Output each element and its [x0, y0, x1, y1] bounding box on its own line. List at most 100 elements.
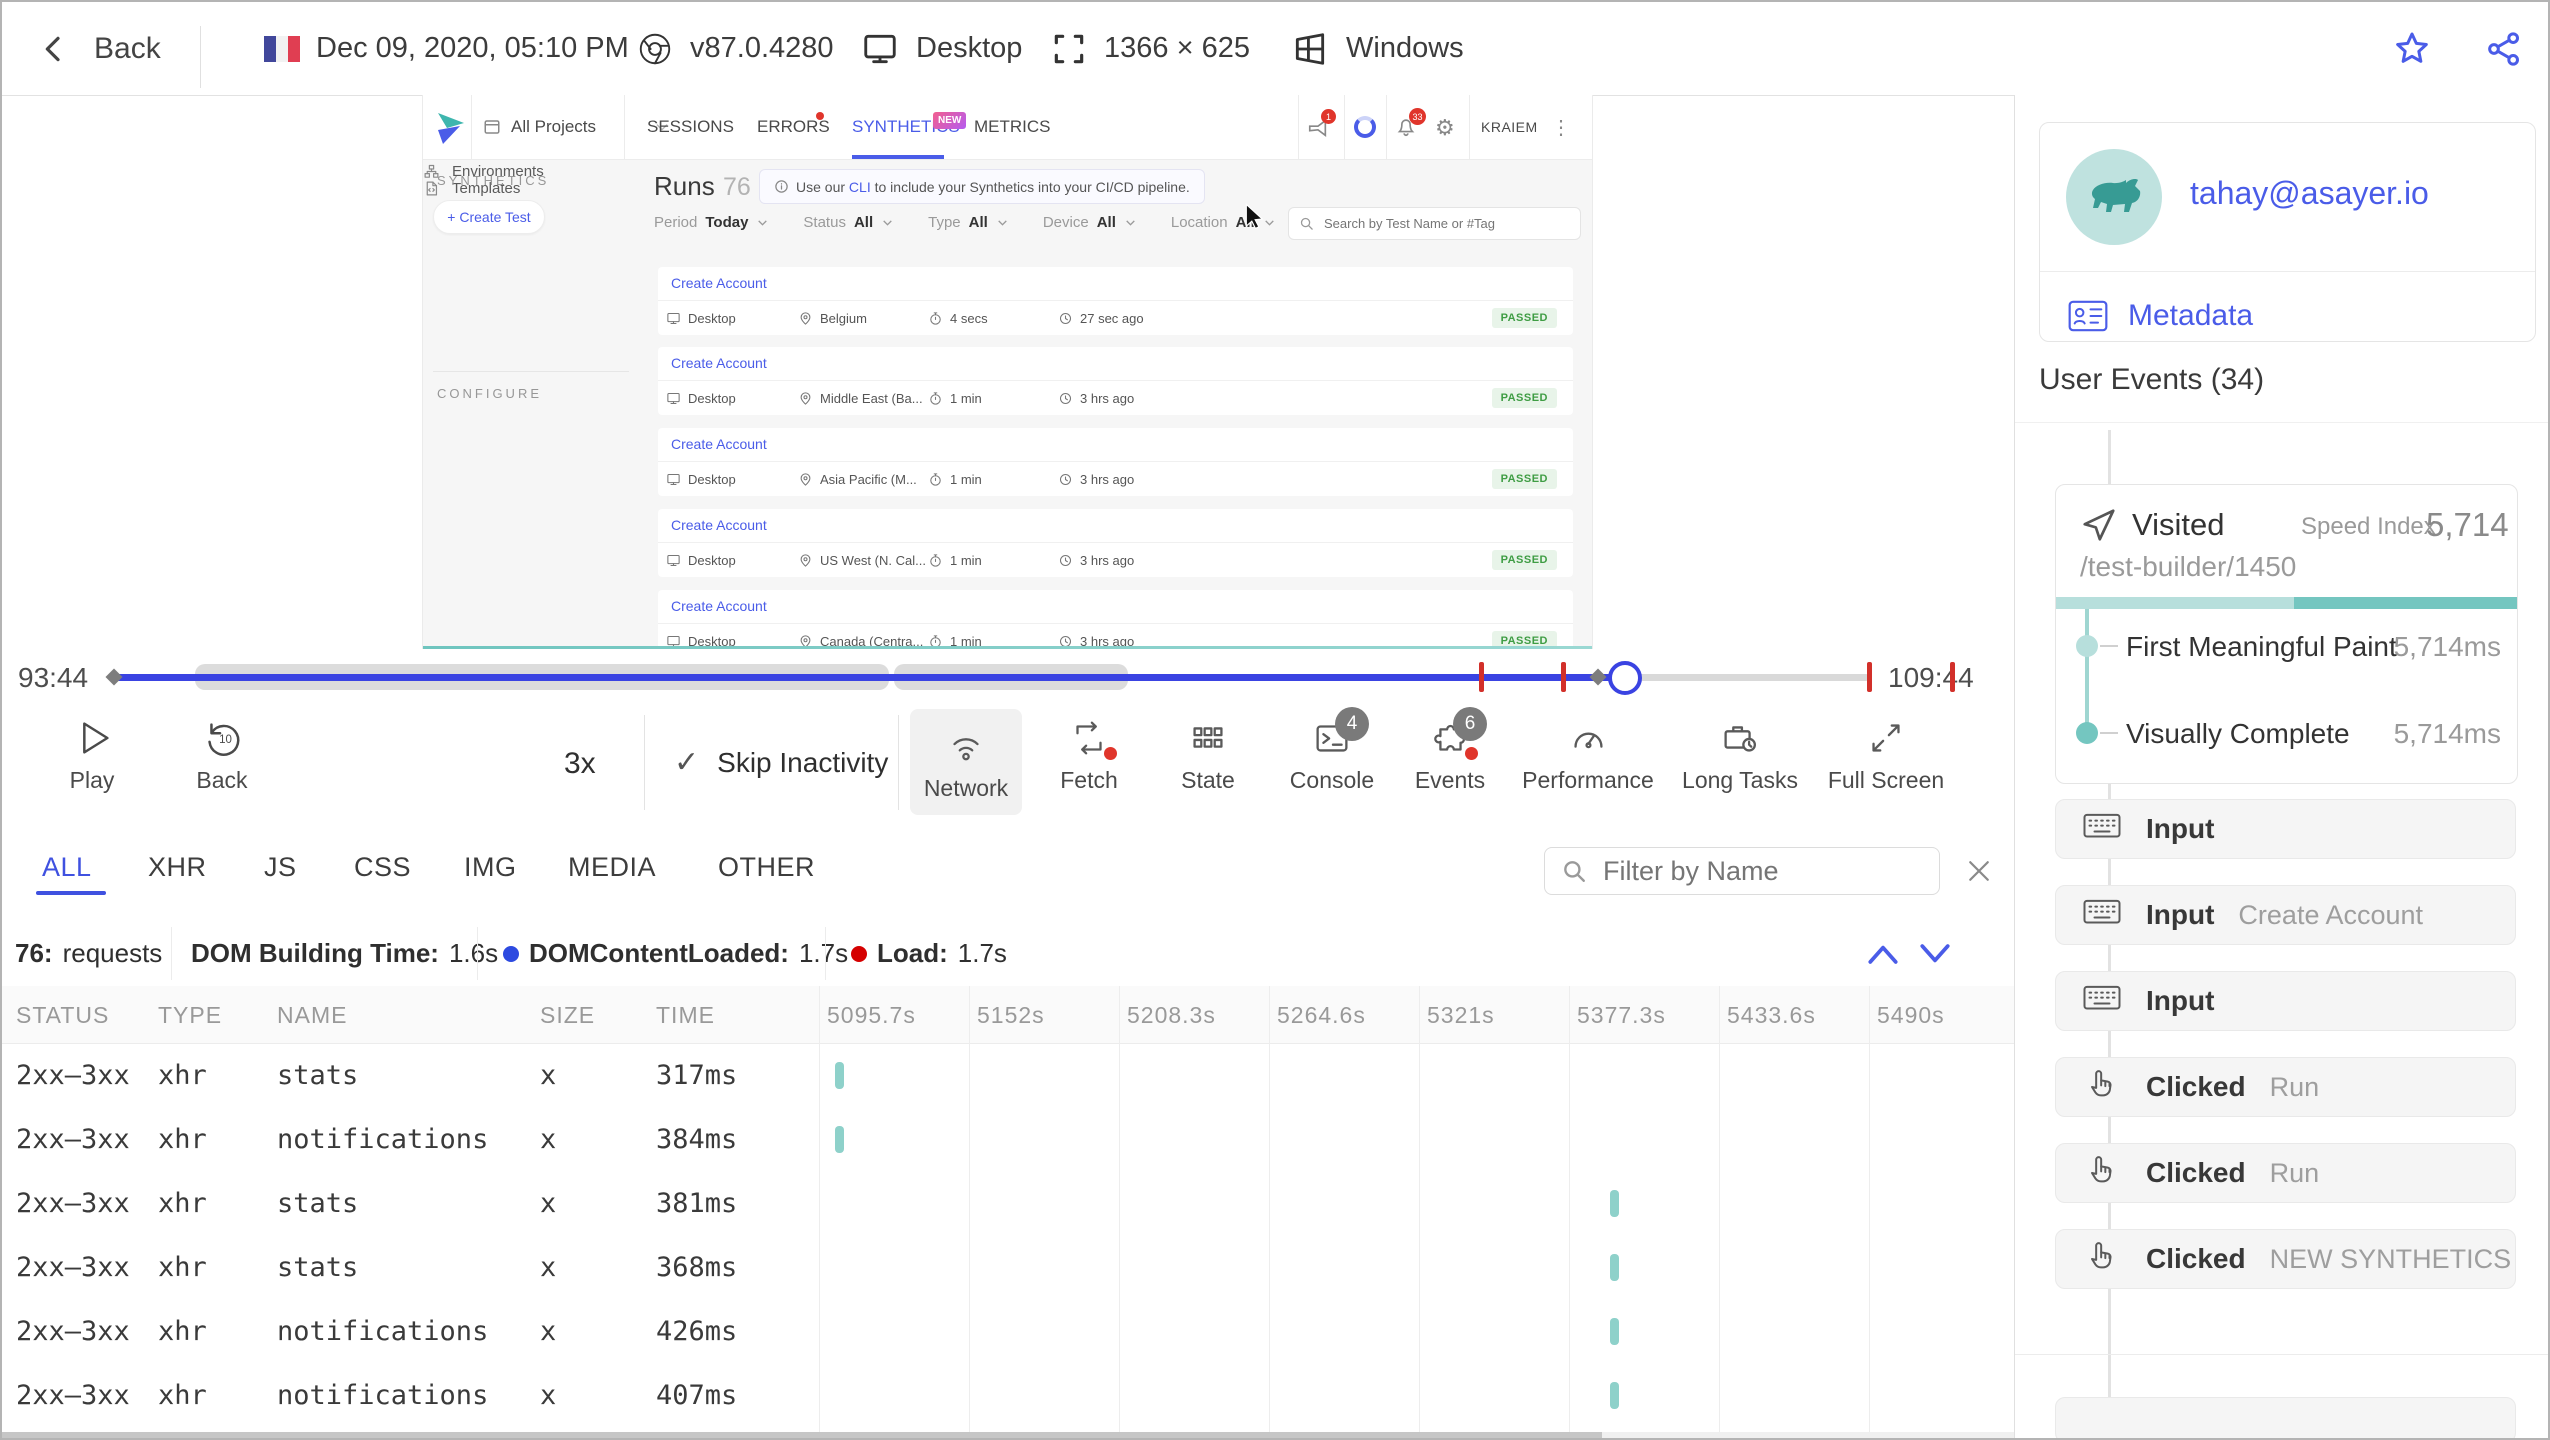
run-name-link[interactable]: Create Account: [671, 517, 767, 533]
run-name-link[interactable]: Create Account: [671, 436, 767, 452]
runs-filters: Period Today Status All Type All Device All Loca…: [654, 214, 1276, 231]
network-tab-img[interactable]: IMG: [464, 852, 517, 883]
user-card: tahay@asayer.io Metadata: [2039, 122, 2536, 342]
runs-filter-device[interactable]: Device All: [1043, 214, 1137, 231]
back-10-button[interactable]: 10 Back: [187, 715, 257, 794]
metric-name: Visually Complete: [2126, 718, 2350, 749]
panel-button-state[interactable]: State: [1152, 715, 1264, 794]
test-search-box[interactable]: [1288, 207, 1581, 240]
panel-button-performance[interactable]: Performance: [1508, 715, 1668, 794]
run-card[interactable]: Create Account Desktop Asia Pacific (M... 1…: [658, 428, 1573, 496]
nav-item-errors[interactable]: ERRORS: [757, 95, 830, 159]
input-event-card[interactable]: Input: [2055, 799, 2516, 859]
runs-filter-type[interactable]: Type All: [928, 214, 1009, 231]
player-timeline[interactable]: 93:44 109:44: [2, 649, 2014, 705]
filter-label: Device: [1042, 214, 1089, 231]
user-email[interactable]: tahay@asayer.io: [2190, 175, 2429, 212]
chevron-down-icon: [881, 216, 894, 229]
network-request-row[interactable]: 2xx–3xx xhr notifications x 426ms: [2, 1299, 2014, 1363]
network-tab-css[interactable]: CSS: [354, 852, 411, 883]
runs-filter-period[interactable]: Period Today: [654, 214, 769, 231]
test-search-input[interactable]: [1322, 215, 1566, 232]
network-tab-other[interactable]: OTHER: [718, 852, 815, 883]
nav-item-sessions[interactable]: SESSIONS: [647, 95, 734, 159]
cli-link[interactable]: CLI: [849, 179, 871, 195]
app-logo-icon: [438, 113, 464, 144]
network-request-row[interactable]: 2xx–3xx xhr stats x 317ms: [2, 1043, 2014, 1107]
network-request-row[interactable]: 2xx–3xx xhr stats x 368ms: [2, 1235, 2014, 1299]
visited-event-card[interactable]: Visited Speed Index 5,714 /test-builder/…: [2055, 484, 2518, 784]
network-tab-media[interactable]: MEDIA: [568, 852, 656, 883]
user-menu[interactable]: KRAIEM: [1481, 95, 1538, 159]
app-sidebar-divider: [433, 371, 629, 372]
clicked-event-card[interactable]: Clicked Run: [2055, 1143, 2516, 1203]
next-request-icon[interactable]: [1916, 941, 1954, 967]
project-selector[interactable]: All Projects: [483, 95, 670, 159]
panel-button-console[interactable]: 4 Console: [1268, 707, 1396, 794]
share-icon[interactable]: [2484, 29, 2524, 69]
panel-button-network[interactable]: Network: [910, 709, 1022, 815]
run-card[interactable]: Create Account Desktop Canada (Centra... 1 …: [658, 590, 1573, 649]
clicked-event-card[interactable]: Clicked NEW SYNTHETICS: [2055, 1229, 2516, 1289]
panel-button-long-tasks[interactable]: Long Tasks: [1674, 715, 1806, 794]
close-panel-icon[interactable]: [1964, 856, 1994, 886]
panel-button-fetch[interactable]: Fetch: [1030, 715, 1148, 794]
kebab-menu-icon[interactable]: ⋮: [1551, 115, 1571, 140]
resolution-label: 1366 × 625: [1104, 32, 1250, 64]
run-name-link[interactable]: Create Account: [671, 355, 767, 371]
network-tab-all[interactable]: ALL: [42, 852, 92, 883]
play-button[interactable]: Play: [60, 715, 124, 794]
time-column-header: 5321s: [1427, 1002, 1495, 1028]
run-card[interactable]: Create Account Desktop Belgium 4 secs 27 sec…: [658, 267, 1573, 335]
network-tab-js[interactable]: JS: [264, 852, 297, 883]
speed-toggle[interactable]: 3x: [564, 747, 596, 781]
run-card[interactable]: Create Account Desktop Middle East (Ba... 1…: [658, 347, 1573, 415]
favorite-star-icon[interactable]: [2392, 29, 2432, 69]
timeline-progress: [112, 674, 1622, 681]
panel-button-events[interactable]: 6 Events: [1394, 707, 1506, 794]
network-tab-xhr[interactable]: XHR: [148, 852, 207, 883]
runs-filter-status[interactable]: Status All: [803, 214, 894, 231]
network-scrollbar-thumb[interactable]: [2, 1432, 1602, 1438]
back-button[interactable]: Back: [38, 2, 161, 95]
skip-inactivity-toggle[interactable]: ✓ Skip Inactivity: [674, 745, 888, 780]
timeline-track[interactable]: [105, 649, 1872, 705]
svg-text:10: 10: [219, 734, 232, 746]
clock-icon: [1059, 312, 1072, 325]
request-timing-mark: [1609, 1318, 1619, 1345]
input-event-card[interactable]: Input: [2055, 971, 2516, 1031]
network-request-row[interactable]: 2xx–3xx xhr stats x 381ms: [2, 1171, 2014, 1235]
network-scrollbar[interactable]: [2, 1432, 2014, 1438]
runs-count: 76: [723, 173, 751, 201]
create-test-button[interactable]: + Create Test: [433, 200, 545, 234]
input-event-card[interactable]: Input Create Account: [2055, 885, 2516, 945]
network-request-row[interactable]: 2xx–3xx xhr notifications x 407ms: [2, 1363, 2014, 1427]
cell-status: 2xx–3xx: [16, 1316, 130, 1347]
time-column-header: 5152s: [977, 1002, 1045, 1028]
clicked-event-card[interactable]: Clicked Run: [2055, 1057, 2516, 1117]
event-connector: [2108, 859, 2111, 885]
event-connector: [2108, 945, 2111, 971]
nav-item-metrics[interactable]: METRICS: [974, 95, 1051, 159]
run-detail: US West (N. Cal...: [798, 553, 926, 568]
run-detail: Desktop: [666, 311, 736, 326]
pin-icon: [800, 554, 811, 567]
settings-gear-icon[interactable]: ⚙: [1435, 115, 1455, 141]
network-request-row[interactable]: 2xx–3xx xhr notifications x 384ms: [2, 1107, 2014, 1171]
prev-request-icon[interactable]: [1864, 941, 1902, 967]
network-filter-input[interactable]: [1601, 854, 1905, 888]
cell-status: 2xx–3xx: [16, 1188, 130, 1219]
panel-button-full-screen[interactable]: Full Screen: [1812, 715, 1960, 794]
network-filter-box[interactable]: [1544, 847, 1940, 895]
run-name-link[interactable]: Create Account: [671, 598, 767, 614]
announcements-badge: 1: [1321, 109, 1336, 124]
run-name-link[interactable]: Create Account: [671, 275, 767, 291]
run-card[interactable]: Create Account Desktop US West (N. Cal... 1…: [658, 509, 1573, 577]
metadata-button[interactable]: Metadata: [2068, 299, 2253, 333]
load-time: Load: 1.7s: [851, 921, 1007, 986]
partial-event-card[interactable]: [2055, 1397, 2516, 1438]
cell-name: stats: [277, 1252, 359, 1283]
filter-label: Status: [803, 214, 846, 231]
timeline-handle[interactable]: [1608, 661, 1643, 695]
metric-dot: [2076, 635, 2098, 657]
